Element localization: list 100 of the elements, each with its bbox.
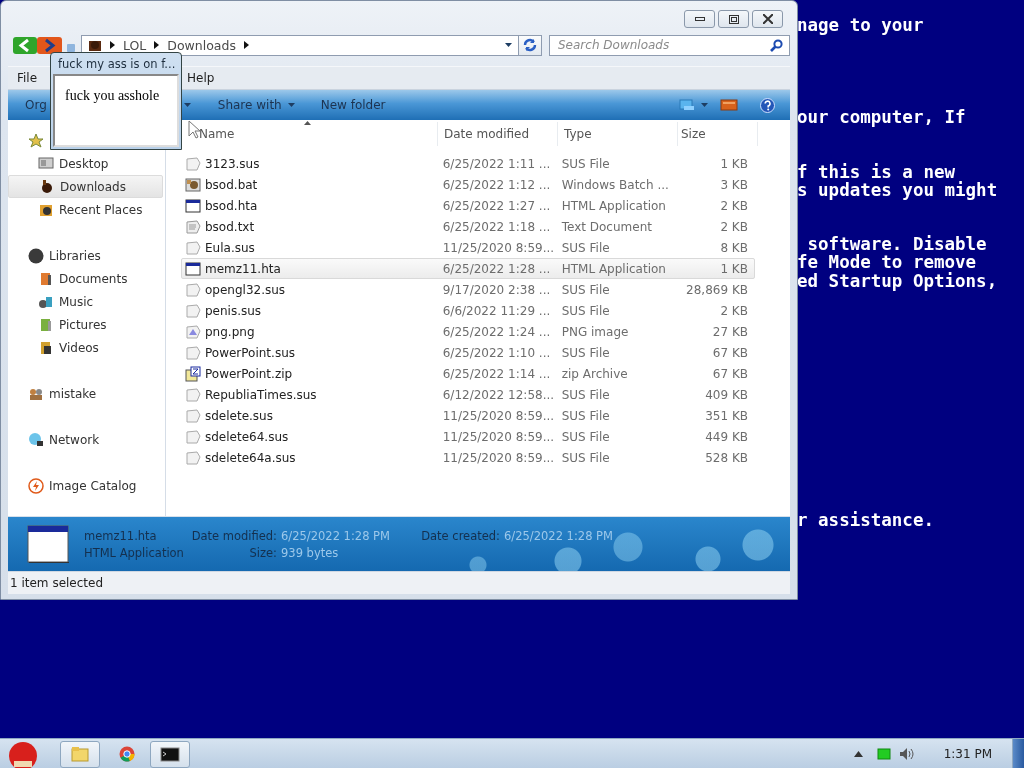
table-cell-text: 6/25/2022 1:14 ... bbox=[441, 366, 552, 381]
table-cell-text: 11/25/2020 8:59... bbox=[441, 450, 556, 465]
forward-button[interactable] bbox=[37, 36, 62, 54]
navigation-item[interactable]: mistake bbox=[8, 382, 165, 405]
column-header[interactable]: Size bbox=[678, 122, 758, 146]
navigation-item[interactable]: Documents bbox=[8, 267, 165, 290]
show-desktop-button[interactable] bbox=[1012, 739, 1024, 768]
table-cell-text: 528 KB bbox=[704, 450, 749, 465]
window-title: fuck my ass is on f... bbox=[57, 55, 177, 73]
breadcrumb[interactable]: LOL bbox=[123, 37, 147, 53]
message-text: fuck you asshole bbox=[65, 88, 161, 104]
command-button[interactable]: Share with bbox=[210, 93, 302, 117]
table-cell-text: 2 KB bbox=[719, 198, 749, 213]
breadcrumb[interactable]: Downloads bbox=[167, 37, 236, 53]
help-icon[interactable] bbox=[760, 97, 775, 113]
close-button[interactable] bbox=[752, 10, 783, 28]
refresh-button[interactable] bbox=[519, 34, 542, 56]
menu-item[interactable]: File bbox=[13, 71, 42, 85]
table-cell-text: 11/25/2020 8:59... bbox=[441, 429, 556, 444]
file-row[interactable]: sdelete64a.sus 11/25/2020 8:59... SUS File 528 KB bbox=[181, 447, 755, 468]
navigation-item[interactable]: Recent Places bbox=[8, 198, 165, 221]
address-bar[interactable]: LOL Downloads bbox=[81, 34, 519, 56]
file-row[interactable]: PowerPoint.zip 6/25/2022 1:14 ... zip Archive 67 KB bbox=[181, 363, 755, 384]
clock[interactable]: 1:31 PM bbox=[943, 747, 992, 761]
file-name: memz11.hta bbox=[84, 528, 158, 543]
error-text: r assistance. bbox=[797, 511, 935, 530]
navigation-item[interactable]: Image Catalog bbox=[8, 474, 165, 497]
error-text: s updates you might bbox=[797, 180, 998, 200]
file-icon bbox=[185, 449, 201, 466]
image-file-icon bbox=[185, 323, 201, 340]
file-row[interactable]: sdelete64.sus 11/25/2020 8:59... SUS File 449 KB bbox=[181, 426, 755, 447]
navigation-item[interactable]: Desktop bbox=[8, 152, 165, 175]
table-cell-text: 11/25/2020 8:59... bbox=[441, 408, 556, 423]
table-cell-text: 67 KB bbox=[711, 366, 749, 381]
caret-icon bbox=[701, 103, 708, 107]
file-row[interactable]: penis.sus 6/6/2022 11:29 ... SUS File 2 KB bbox=[181, 300, 755, 321]
field-value: 6/25/2022 1:28 PM bbox=[504, 528, 613, 543]
chevron-icon bbox=[244, 41, 249, 49]
file-row[interactable]: PowerPoint.sus 6/25/2022 1:10 ... SUS File 67 KB bbox=[181, 342, 755, 363]
file-row[interactable]: RepubliaTimes.sus 6/12/2022 12:58... SUS File 409 KB bbox=[181, 384, 755, 405]
file-name: RepubliaTimes.sus bbox=[205, 387, 317, 402]
caret-icon bbox=[287, 103, 295, 107]
error-text: our computer, If bbox=[797, 108, 967, 127]
table-cell-text: 2 KB bbox=[719, 303, 749, 318]
file-row[interactable]: bsod.hta 6/25/2022 1:27 ... HTML Application 2 KB bbox=[181, 195, 755, 216]
maximize-icon bbox=[728, 14, 739, 24]
menu-item[interactable]: Help bbox=[183, 71, 219, 85]
tray-arrow-icon[interactable] bbox=[853, 751, 863, 757]
file-icon bbox=[185, 344, 201, 361]
table-cell-text: Text Document bbox=[560, 219, 653, 234]
table-cell-text: SUS File bbox=[560, 345, 611, 360]
table-cell-text: 28,869 KB bbox=[685, 282, 749, 297]
window-icon bbox=[185, 197, 201, 214]
file-row[interactable]: opengl32.sus 9/17/2020 2:38 ... SUS File 28,869 KB bbox=[181, 279, 755, 300]
column-header[interactable]: Type bbox=[558, 122, 678, 146]
maximize-button[interactable] bbox=[718, 10, 749, 28]
file-row[interactable]: memz11.hta 6/25/2022 1:28 ... HTML Application 1 KB bbox=[181, 258, 755, 279]
error-text: f this is a new bbox=[797, 162, 956, 181]
table-cell-text: 3 KB bbox=[719, 177, 749, 192]
table-cell-text: 6/25/2022 1:12 ... bbox=[441, 177, 552, 192]
file-name: bsod.bat bbox=[205, 177, 258, 192]
navigation-item[interactable]: Network bbox=[8, 428, 165, 451]
taskbar-button[interactable] bbox=[150, 740, 190, 768]
browser-icon[interactable] bbox=[119, 746, 135, 762]
navigation-item[interactable]: Videos bbox=[8, 336, 165, 359]
navigation-item[interactable]: Libraries bbox=[8, 244, 165, 267]
file-row[interactable]: png.png 6/25/2022 1:24 ... PNG image 27 KB bbox=[181, 321, 755, 342]
navigation-item[interactable]: Pictures bbox=[8, 313, 165, 336]
table-cell-text: 2 KB bbox=[719, 219, 749, 234]
archive-icon bbox=[185, 365, 201, 382]
table-cell-text: SUS File bbox=[560, 240, 611, 255]
table-cell-text: 6/25/2022 1:28 ... bbox=[441, 261, 552, 276]
navigation-item[interactable]: Music bbox=[8, 290, 165, 313]
table-cell-text: 6/12/2022 12:58... bbox=[441, 387, 556, 402]
column-header[interactable]: Date modified bbox=[438, 122, 558, 146]
search-field[interactable]: Search Downloads bbox=[549, 34, 790, 56]
field-label: Date modified: bbox=[190, 528, 278, 543]
speaker-icon[interactable] bbox=[898, 747, 915, 761]
table-cell-text: 9/17/2020 2:38 ... bbox=[441, 282, 552, 297]
table-cell-text: 409 KB bbox=[704, 387, 749, 402]
field-value: 939 bytes bbox=[281, 545, 340, 560]
preview-pane-icon[interactable] bbox=[720, 99, 738, 111]
table-cell-text: 67 KB bbox=[711, 345, 749, 360]
command-button[interactable]: New folder bbox=[313, 93, 393, 117]
table-cell-text: 6/25/2022 1:24 ... bbox=[441, 324, 552, 339]
table-cell-text: 6/25/2022 1:10 ... bbox=[441, 345, 552, 360]
file-row[interactable]: sdelete.sus 11/25/2020 8:59... SUS File 351 KB bbox=[181, 405, 755, 426]
window-icon bbox=[185, 260, 201, 277]
navigation-item[interactable]: Downloads bbox=[8, 175, 163, 198]
file-row[interactable]: Eula.sus 11/25/2020 8:59... SUS File 8 KB bbox=[181, 237, 755, 258]
sort-arrow-icon bbox=[304, 121, 311, 125]
error-text: nage to your bbox=[797, 16, 925, 35]
command-button[interactable]: Org bbox=[18, 93, 54, 117]
minimize-button[interactable] bbox=[684, 10, 715, 28]
file-row[interactable]: 3123.sus 6/25/2022 1:11 ... SUS File 1 KB bbox=[181, 153, 755, 174]
field-label: Date created: bbox=[420, 528, 501, 543]
file-icon bbox=[185, 407, 201, 424]
table-cell-text: SUS File bbox=[560, 156, 611, 171]
file-row[interactable]: bsod.bat 6/25/2022 1:12 ... Windows Batch ... 3 KB bbox=[181, 174, 755, 195]
file-row[interactable]: bsod.txt 6/25/2022 1:18 ... Text Document 2 KB bbox=[181, 216, 755, 237]
